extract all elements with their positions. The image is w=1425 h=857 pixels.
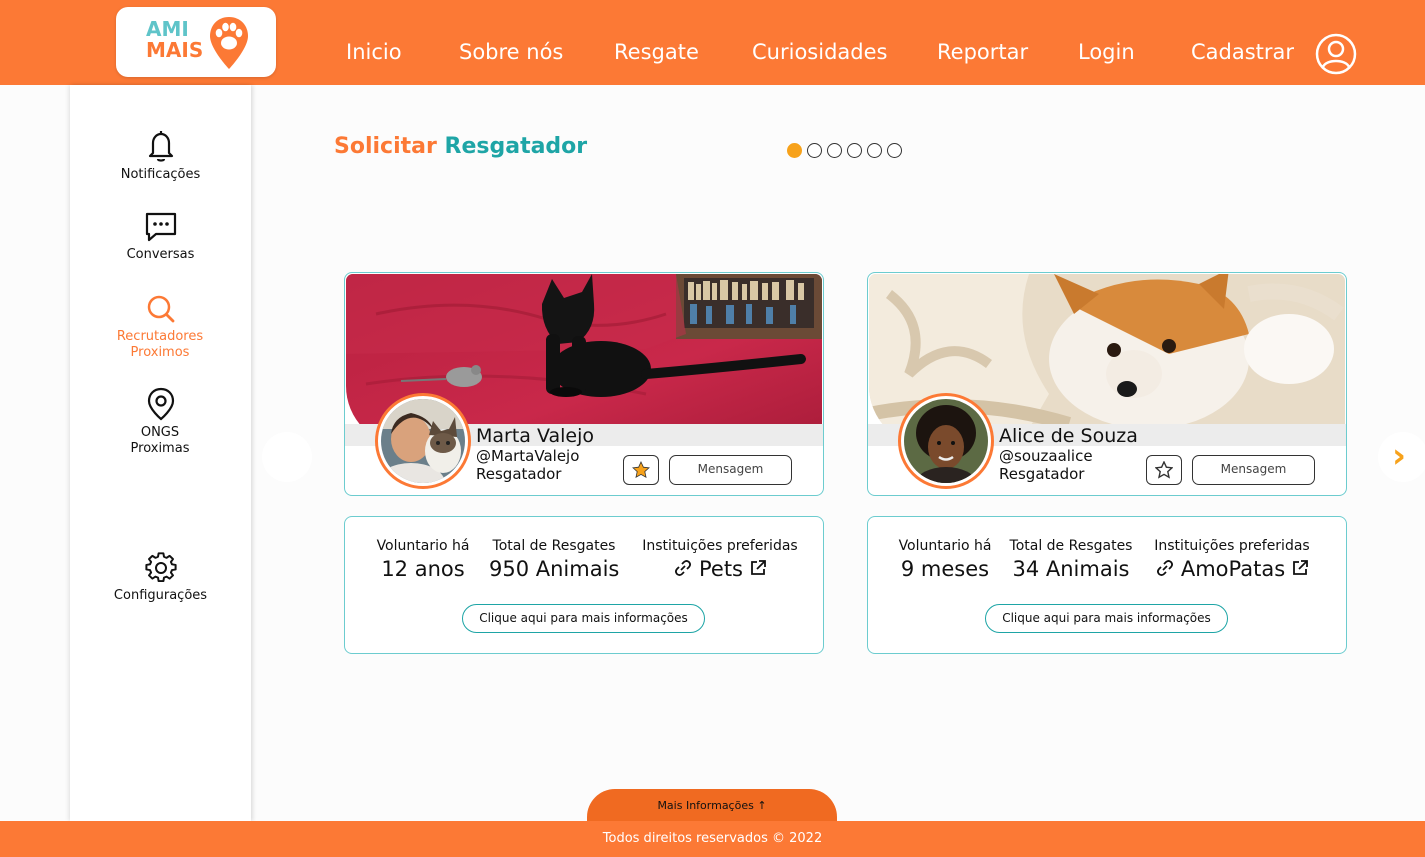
rescuer-role: Resgatador [999, 465, 1085, 483]
sidebar: Notificações Conversas Recrutadores Prox… [70, 85, 251, 821]
user-profile-icon[interactable] [1314, 32, 1358, 76]
stat-institutions-label: Instituições preferidas [642, 538, 798, 554]
gear-icon [144, 552, 177, 583]
stat-volunteer-value: 12 anos [381, 557, 465, 581]
page-title-part1: Solicitar [334, 134, 437, 159]
stat-volunteer: Voluntario há 9 meses [895, 537, 995, 583]
nav-reportar[interactable]: Reportar [937, 40, 1028, 64]
carousel-prev-button[interactable] [262, 432, 312, 482]
rescuer-handle: @souzaalice [999, 447, 1093, 465]
favorite-button[interactable] [623, 455, 659, 485]
sidebar-item-conversas[interactable]: Conversas [70, 211, 251, 263]
external-link-icon [1292, 560, 1308, 575]
institution-link[interactable]: Pets [635, 555, 805, 583]
sidebar-label-ongs: ONGS Proximas [130, 425, 190, 456]
rescuer-card: Alice de Souza @souzaalice Resgatador Me… [867, 272, 1347, 496]
carousel-dot-2[interactable] [807, 143, 822, 158]
main-nav: Inicio Sobre nós Resgate Curiosidades Re… [0, 0, 1425, 85]
avatar [898, 393, 994, 489]
rescuer-card: Marta Valejo @MartaValejo Resgatador Men… [344, 272, 824, 496]
rescuer-info-panel: Voluntario há 9 meses Total de Resgates … [867, 516, 1347, 654]
carousel-dot-3[interactable] [827, 143, 842, 158]
sidebar-item-ongs[interactable]: ONGS Proximas [70, 387, 251, 457]
rescuer-name: Marta Valejo [476, 425, 595, 447]
stat-volunteer-value: 9 meses [900, 557, 990, 581]
carousel-dot-1[interactable] [787, 143, 802, 158]
location-pin-icon [147, 387, 174, 421]
stat-volunteer-label: Voluntario há [376, 538, 470, 554]
sidebar-item-notificacoes[interactable]: Notificações [70, 129, 251, 183]
carousel-dot-4[interactable] [847, 143, 862, 158]
sidebar-label-configuracoes: Configurações [113, 588, 208, 603]
stat-rescues-label: Total de Resgates [1009, 538, 1133, 554]
carousel-dot-5[interactable] [867, 143, 882, 158]
institution-name: Pets [698, 557, 743, 581]
rescuer-role: Resgatador [476, 465, 562, 483]
more-info-button[interactable]: Clique aqui para mais informações [985, 604, 1228, 633]
footer-copyright: Todos direitos reservados © 2022 [602, 831, 823, 846]
stat-institutions: Instituições preferidas AmoPatas [1147, 537, 1317, 583]
nav-cadastrar[interactable]: Cadastrar [1191, 40, 1294, 64]
message-button[interactable]: Mensagem [1192, 455, 1315, 485]
search-icon [147, 295, 174, 323]
nav-inicio[interactable]: Inicio [346, 40, 402, 64]
carousel-dot-6[interactable] [887, 143, 902, 158]
favorite-button[interactable] [1146, 455, 1182, 485]
stat-volunteer-label: Voluntario há [898, 538, 992, 554]
star-filled-icon [632, 461, 650, 478]
sidebar-label-conversas: Conversas [126, 247, 195, 262]
link-icon [1157, 560, 1174, 576]
stat-rescues-value: 950 Animais [489, 557, 620, 581]
stat-rescues: Total de Resgates 34 Animais [1006, 537, 1136, 583]
page-title-part2: Resgatador [444, 134, 588, 159]
link-icon [675, 560, 692, 576]
message-button[interactable]: Mensagem [669, 455, 792, 485]
carousel-next-button[interactable]: › [1378, 432, 1425, 482]
page-title: Solicitar Resgatador [334, 134, 587, 159]
nav-curiosidades[interactable]: Curiosidades [752, 40, 887, 64]
stat-rescues-label: Total de Resgates [492, 538, 616, 554]
sidebar-item-configuracoes[interactable]: Configurações [70, 552, 251, 604]
stat-volunteer: Voluntario há 12 anos [373, 537, 473, 583]
external-link-icon [750, 560, 766, 575]
avatar [375, 393, 471, 489]
more-info-button[interactable]: Clique aqui para mais informações [462, 604, 705, 633]
stat-rescues: Total de Resgates 950 Animais [489, 537, 619, 583]
chevron-right-icon: › [1392, 436, 1407, 476]
rescuer-name: Alice de Souza [999, 425, 1138, 447]
stat-institutions-label: Instituições preferidas [1154, 538, 1310, 554]
sidebar-item-recrutadores[interactable]: Recrutadores Proximos [70, 293, 251, 361]
stat-rescues-value: 34 Animais [1012, 557, 1130, 581]
chat-icon [145, 212, 176, 242]
rescuer-handle: @MartaValejo [476, 447, 580, 465]
rescuer-info-panel: Voluntario há 12 anos Total de Resgates … [344, 516, 824, 654]
institution-name: AmoPatas [1180, 557, 1286, 581]
institution-link[interactable]: AmoPatas [1147, 555, 1317, 583]
carousel-indicators [787, 143, 902, 158]
nav-login[interactable]: Login [1078, 40, 1135, 64]
footer: Todos direitos reservados © 2022 [0, 821, 1425, 857]
nav-sobre-nos[interactable]: Sobre nós [459, 40, 563, 64]
star-outline-icon [1155, 461, 1173, 479]
sidebar-label-notificacoes: Notificações [120, 167, 201, 182]
bell-icon [148, 131, 173, 162]
nav-resgate[interactable]: Resgate [614, 40, 699, 64]
top-navbar: AMI MAIS Inicio Sobre nós Resgate Curios… [0, 0, 1425, 85]
stat-institutions: Instituições preferidas Pets [635, 537, 805, 583]
sidebar-label-recrutadores: Recrutadores Proximos [116, 329, 204, 360]
